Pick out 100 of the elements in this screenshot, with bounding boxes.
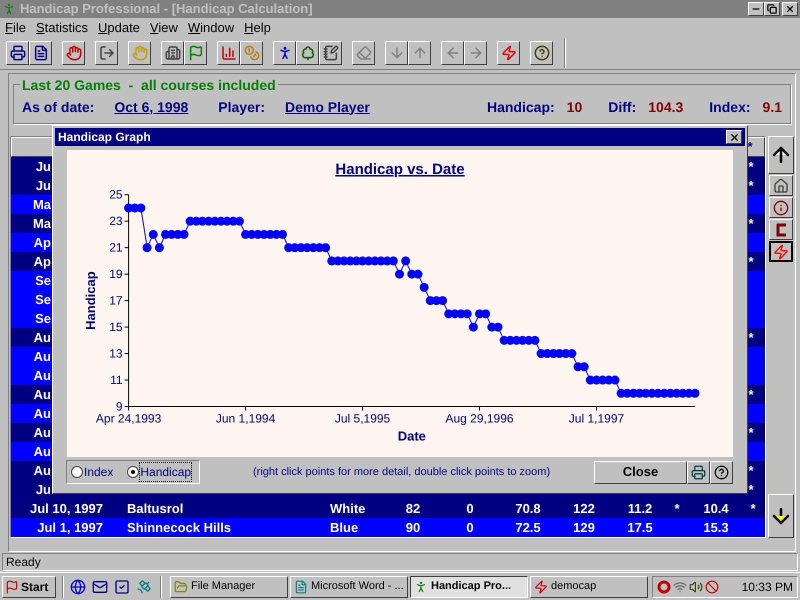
data-point[interactable] (494, 322, 502, 332)
axis-title: Handicap (83, 271, 98, 330)
data-point[interactable] (142, 243, 152, 252)
data-point[interactable] (530, 336, 540, 345)
data-point[interactable] (234, 216, 244, 226)
scroll-down-button[interactable] (768, 494, 794, 538)
menu-item[interactable]: View (144, 18, 183, 38)
table-cell-text: Au (32, 424, 51, 442)
toolbar-button[interactable] (128, 41, 151, 65)
document-icon (32, 45, 48, 61)
tick-label: Jul 5,1995 (334, 412, 390, 426)
radio-option[interactable]: Handicap (127, 463, 192, 481)
start-button[interactable]: Start (2, 576, 56, 598)
info-icon (773, 200, 789, 216)
menu-item[interactable]: Statistics (30, 18, 93, 38)
toolbar-button[interactable] (184, 41, 207, 65)
data-point[interactable] (438, 296, 448, 306)
data-point[interactable] (278, 230, 288, 239)
menu-item[interactable]: Help (239, 18, 276, 38)
table-cell-text: Ma (32, 214, 51, 233)
table-cell-text: 122 (572, 500, 596, 518)
data-point[interactable] (401, 256, 410, 266)
flag-cell-text: * (747, 480, 755, 499)
menu-item[interactable]: File (0, 18, 31, 38)
lightning-icon (500, 45, 516, 61)
data-point[interactable] (388, 256, 398, 266)
table-row[interactable]: Jul 10, 1997 Baltusrol White 82 0 70.8 122 11.2 * 10.4 * (11, 499, 765, 518)
side-button[interactable] (769, 241, 793, 262)
table-cell-text: Au (32, 404, 51, 423)
table-cell-text: Ma (32, 196, 51, 214)
toolbar-button[interactable] (62, 41, 85, 65)
table-cell-text: Au (32, 386, 51, 404)
toolbar-button[interactable] (29, 41, 52, 65)
table-cell-text: 0 (465, 518, 475, 537)
radio-option[interactable]: Index (71, 463, 114, 481)
taskbar-button[interactable]: Microsoft Word - ... (290, 576, 408, 598)
menu-item[interactable]: Window (182, 18, 240, 38)
data-point[interactable] (468, 322, 478, 332)
data-point[interactable] (481, 309, 490, 318)
tick-label: Jul 1,1997 (568, 412, 624, 426)
person-icon (414, 580, 428, 594)
globe-icon[interactable] (70, 578, 86, 594)
data-point[interactable] (136, 203, 146, 212)
house-icon (773, 178, 789, 194)
toolbar-button[interactable] (161, 41, 184, 65)
data-point[interactable] (180, 230, 188, 239)
help-button[interactable] (710, 460, 733, 484)
tick-label: 15 (109, 320, 123, 334)
right-arrow-icon (468, 45, 484, 61)
menu-item[interactable]: Update (92, 18, 145, 38)
data-point[interactable] (580, 362, 589, 372)
data-point[interactable] (567, 349, 576, 358)
check-icon[interactable] (114, 578, 130, 594)
toolbar-button[interactable] (530, 41, 553, 65)
data-point[interactable] (462, 309, 472, 318)
toolbar-button[interactable] (217, 41, 240, 65)
taskbar-button[interactable]: Handicap Pro... (410, 576, 528, 598)
toolbar-button[interactable] (273, 41, 296, 65)
help-icon (714, 464, 729, 480)
data-point[interactable] (148, 230, 158, 239)
bracket-icon (775, 222, 787, 236)
close-button[interactable] (782, 2, 798, 16)
taskbar-button[interactable]: democap (530, 576, 648, 598)
table-cell-text: 82 (404, 500, 422, 518)
data-point[interactable] (154, 243, 164, 252)
print-button[interactable] (687, 460, 710, 484)
data-point[interactable] (394, 270, 404, 279)
toolbar-button[interactable] (319, 41, 342, 65)
mail-icon[interactable] (92, 578, 108, 594)
radio-button[interactable] (71, 466, 83, 478)
toolbar-button[interactable] (497, 41, 520, 65)
data-point[interactable] (610, 376, 620, 385)
flag-cell-text: * (747, 252, 755, 271)
data-point[interactable] (690, 388, 700, 398)
taskbar-button[interactable]: File Manager (170, 576, 288, 598)
close-button[interactable] (726, 130, 742, 144)
radio-button[interactable] (127, 466, 140, 478)
scroll-up-button[interactable] (768, 136, 794, 174)
table-cell-text: 70.8 (514, 500, 542, 518)
tick-label: 21 (109, 240, 123, 255)
table-cell-text: Se (34, 290, 51, 309)
data-point[interactable] (321, 243, 330, 252)
satellite-icon[interactable] (136, 578, 152, 594)
restore-button[interactable] (764, 2, 780, 16)
close-button[interactable]: Close (594, 460, 687, 484)
field-link[interactable]: Demo Player (284, 96, 370, 118)
data-point[interactable] (413, 270, 422, 279)
tick-label: 9 (116, 400, 123, 414)
toolbar-button[interactable] (240, 41, 263, 65)
minimize-button[interactable] (748, 2, 764, 16)
tick-label: Jun 1,1994 (216, 412, 276, 426)
toolbar-button[interactable] (296, 41, 319, 65)
table-cell-text: 10.4 (702, 500, 730, 518)
stat-value: 9.1 (762, 98, 782, 116)
field-link[interactable]: Oct 6, 1998 (114, 96, 188, 118)
stat-label: Diff: (608, 98, 636, 116)
toolbar-button[interactable] (95, 41, 118, 65)
data-point[interactable] (420, 282, 429, 292)
toolbar-button[interactable] (6, 41, 29, 65)
field-label: As of date: (22, 98, 94, 116)
